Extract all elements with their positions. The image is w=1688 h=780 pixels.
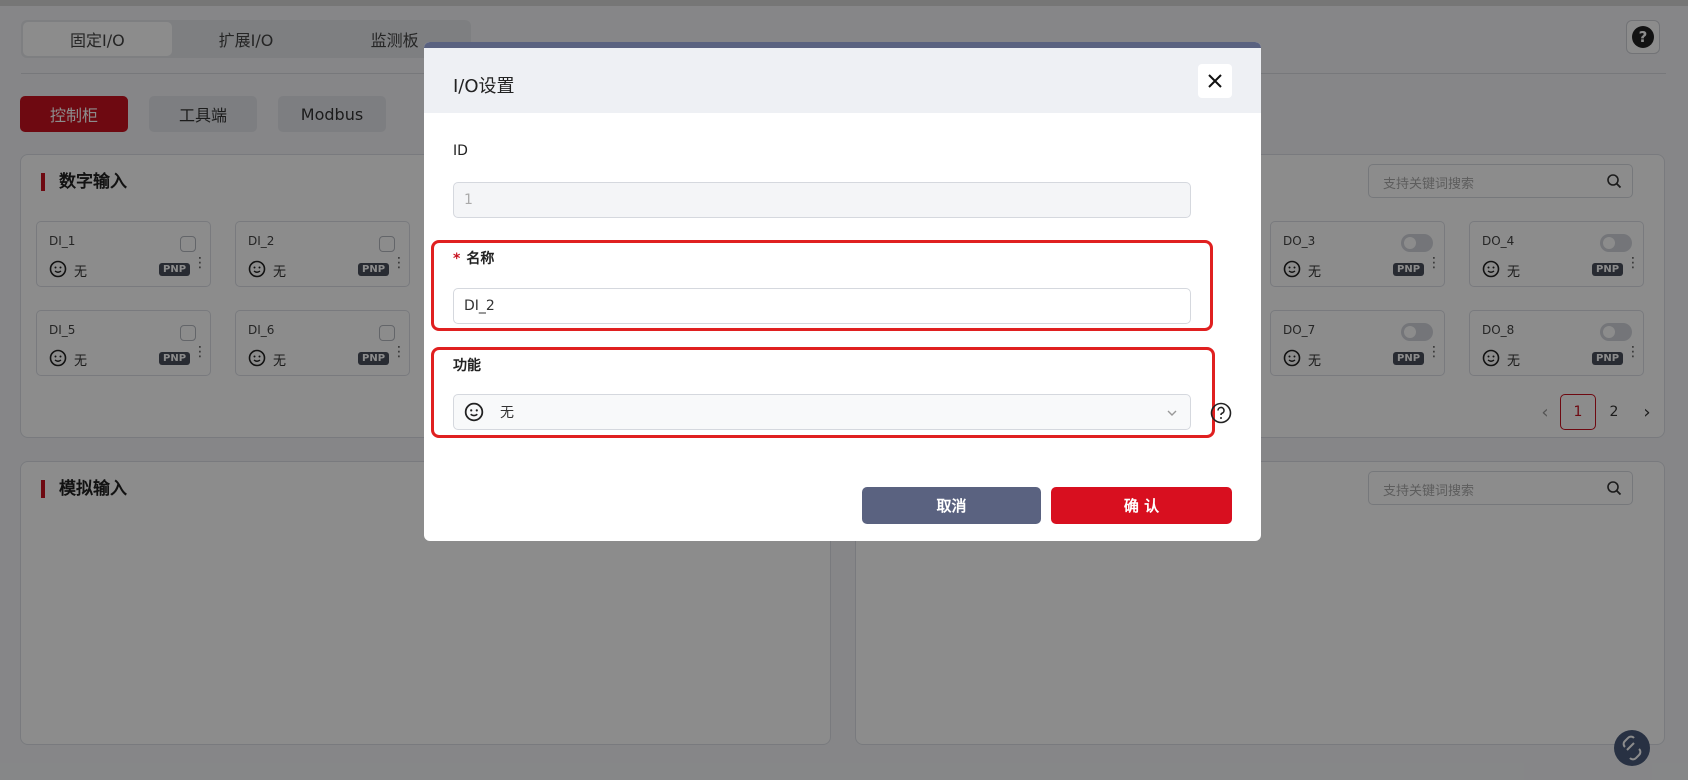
- confirm-button[interactable]: 确 认: [1051, 487, 1232, 524]
- id-label: ID: [453, 143, 468, 159]
- close-icon: [1208, 74, 1222, 88]
- function-label: 功能: [453, 358, 481, 374]
- question-icon[interactable]: [1210, 402, 1232, 424]
- io-settings-dialog: I/O设置 ID 1 * 名称 DI_2 功能 无 取消 确 认: [424, 42, 1261, 541]
- function-select[interactable]: 无: [453, 394, 1191, 430]
- required-mark: *: [453, 251, 461, 267]
- dialog-title: I/O设置: [453, 76, 515, 97]
- dialog-header: I/O设置: [424, 48, 1261, 113]
- close-button[interactable]: [1198, 64, 1232, 98]
- chevron-down-icon: [1167, 410, 1177, 416]
- id-field: 1: [453, 182, 1191, 218]
- name-label-text: 名称: [466, 251, 495, 267]
- function-value: 无: [500, 405, 514, 421]
- cancel-button[interactable]: 取消: [862, 487, 1041, 524]
- name-field[interactable]: DI_2: [453, 288, 1191, 324]
- name-label: * 名称: [453, 248, 494, 268]
- smiley-icon: [464, 402, 484, 422]
